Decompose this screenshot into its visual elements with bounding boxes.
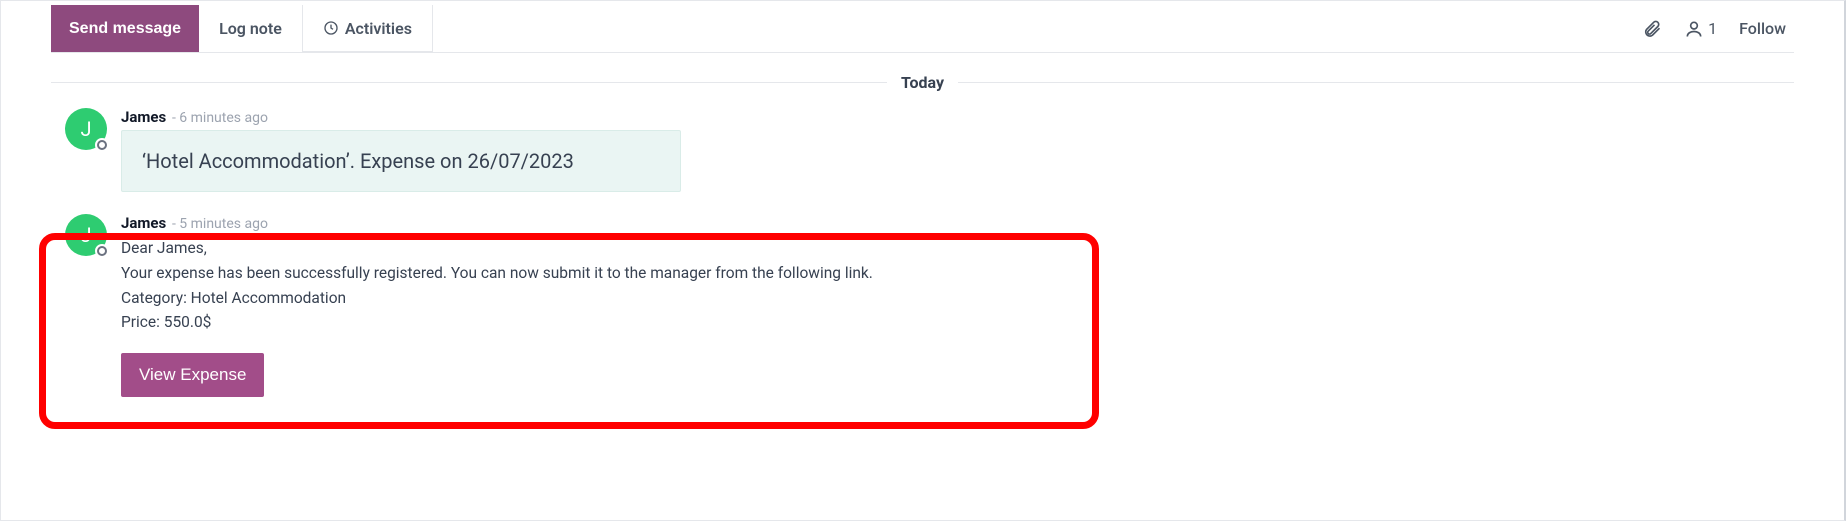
attachment-button[interactable] xyxy=(1642,19,1662,39)
avatar-initial: J xyxy=(80,117,91,141)
activities-tab[interactable]: Activities xyxy=(303,5,433,52)
date-separator: Today xyxy=(51,73,1794,92)
note-text: ‘Hotel Accommodation’. Expense on 26/07/… xyxy=(142,149,574,173)
send-message-button[interactable]: Send message xyxy=(51,5,199,52)
presence-indicator-icon xyxy=(95,138,109,152)
user-icon xyxy=(1684,19,1704,39)
message-line: Your expense has been successfully regis… xyxy=(121,261,1794,286)
message-author: James xyxy=(121,214,166,232)
followers-button[interactable]: 1 xyxy=(1684,19,1717,39)
log-note-label: Log note xyxy=(219,19,282,38)
clock-icon xyxy=(323,20,339,36)
message-item: J James - 5 minutes ago Dear James, Your… xyxy=(51,208,1794,407)
follower-count: 1 xyxy=(1708,19,1717,38)
message-author: James xyxy=(121,108,166,126)
message-line: Price: 550.0$ xyxy=(121,310,1794,335)
avatar[interactable]: J xyxy=(65,108,107,150)
note-card: ‘Hotel Accommodation’. Expense on 26/07/… xyxy=(121,130,681,192)
follow-button[interactable]: Follow xyxy=(1739,19,1786,38)
message-line: Category: Hotel Accommodation xyxy=(121,286,1794,311)
message-line: Dear James, xyxy=(121,236,1794,261)
avatar[interactable]: J xyxy=(65,214,107,256)
avatar-initial: J xyxy=(80,223,91,247)
presence-indicator-icon xyxy=(95,244,109,258)
date-separator-label: Today xyxy=(887,73,958,92)
message-time: - 5 minutes ago xyxy=(172,216,268,232)
activities-label: Activities xyxy=(345,19,412,38)
message-toolbar: Send message Log note Activities xyxy=(51,5,1794,53)
paperclip-icon xyxy=(1642,19,1662,39)
log-note-tab[interactable]: Log note xyxy=(199,5,303,52)
message-item: J James - 6 minutes ago ‘Hotel Accommoda… xyxy=(51,102,1794,202)
view-expense-button[interactable]: View Expense xyxy=(121,353,264,397)
message-time: - 6 minutes ago xyxy=(172,110,268,126)
